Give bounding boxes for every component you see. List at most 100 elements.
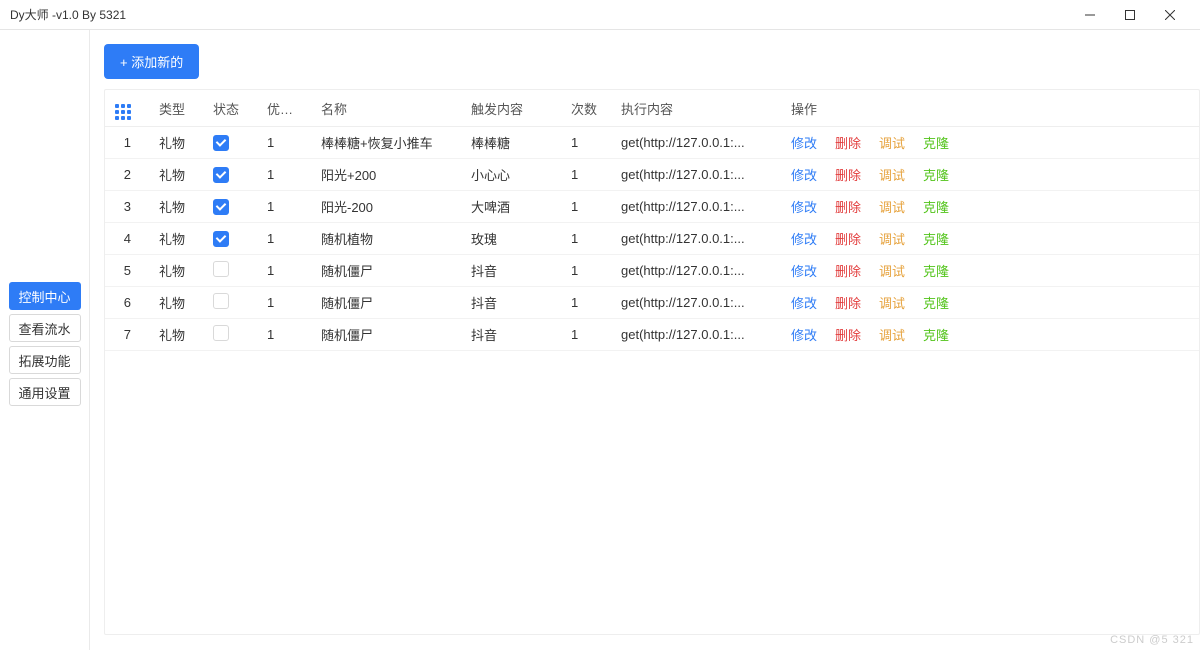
col-exec[interactable]: 执行内容 (613, 90, 783, 127)
action-edit[interactable]: 修改 (791, 325, 817, 344)
action-clone[interactable]: 克隆 (923, 293, 949, 312)
window-title: Dy大师 -v1.0 By 5321 (10, 6, 1070, 23)
cell-exec: get(http://127.0.0.1:... (613, 255, 783, 287)
cell-name: 随机僵尸 (313, 255, 463, 287)
cell-count: 1 (563, 223, 613, 255)
status-checkbox[interactable] (213, 231, 229, 247)
sidebar-item-1[interactable]: 查看流水 (9, 314, 81, 342)
action-clone[interactable]: 克隆 (923, 133, 949, 152)
sidebar-item-0[interactable]: 控制中心 (9, 282, 81, 310)
action-edit[interactable]: 修改 (791, 165, 817, 184)
cell-exec: get(http://127.0.0.1:... (613, 319, 783, 351)
action-edit[interactable]: 修改 (791, 197, 817, 216)
cell-exec: get(http://127.0.0.1:... (613, 127, 783, 159)
maximize-button[interactable] (1110, 0, 1150, 30)
action-debug[interactable]: 调试 (879, 133, 905, 152)
cell-index: 6 (105, 287, 151, 319)
table-row: 2礼物1阳光+200小心心1get(http://127.0.0.1:...修改… (105, 159, 1199, 191)
action-delete[interactable]: 删除 (835, 261, 861, 280)
action-debug[interactable]: 调试 (879, 165, 905, 184)
action-clone[interactable]: 克隆 (923, 229, 949, 248)
table-row: 7礼物1随机僵尸抖音1get(http://127.0.0.1:...修改删除调… (105, 319, 1199, 351)
col-grid[interactable] (105, 90, 151, 127)
action-delete[interactable]: 删除 (835, 133, 861, 152)
action-debug[interactable]: 调试 (879, 293, 905, 312)
action-delete[interactable]: 删除 (835, 165, 861, 184)
cell-count: 1 (563, 191, 613, 223)
action-delete[interactable]: 删除 (835, 325, 861, 344)
action-debug[interactable]: 调试 (879, 325, 905, 344)
action-clone[interactable]: 克隆 (923, 325, 949, 344)
status-checkbox[interactable] (213, 135, 229, 151)
cell-count: 1 (563, 127, 613, 159)
toolbar: + 添加新的 (104, 44, 1200, 79)
status-checkbox[interactable] (213, 261, 229, 277)
action-debug[interactable]: 调试 (879, 229, 905, 248)
cell-count: 1 (563, 255, 613, 287)
cell-priority: 1 (259, 287, 313, 319)
cell-status (205, 159, 259, 191)
cell-type: 礼物 (151, 159, 205, 191)
close-button[interactable] (1150, 0, 1190, 30)
cell-trigger: 抖音 (463, 287, 563, 319)
action-delete[interactable]: 删除 (835, 293, 861, 312)
cell-index: 1 (105, 127, 151, 159)
add-button[interactable]: + 添加新的 (104, 44, 199, 79)
cell-status (205, 127, 259, 159)
col-trigger[interactable]: 触发内容 (463, 90, 563, 127)
col-priority[interactable]: 优先级 (259, 90, 313, 127)
col-name[interactable]: 名称 (313, 90, 463, 127)
action-edit[interactable]: 修改 (791, 261, 817, 280)
action-edit[interactable]: 修改 (791, 133, 817, 152)
action-edit[interactable]: 修改 (791, 293, 817, 312)
action-edit[interactable]: 修改 (791, 229, 817, 248)
action-delete[interactable]: 删除 (835, 197, 861, 216)
col-type[interactable]: 类型 (151, 90, 205, 127)
cell-trigger: 抖音 (463, 319, 563, 351)
cell-priority: 1 (259, 159, 313, 191)
cell-index: 5 (105, 255, 151, 287)
action-clone[interactable]: 克隆 (923, 261, 949, 280)
action-clone[interactable]: 克隆 (923, 165, 949, 184)
cell-name: 棒棒糖+恢复小推车 (313, 127, 463, 159)
cell-exec: get(http://127.0.0.1:... (613, 287, 783, 319)
cell-type: 礼物 (151, 255, 205, 287)
table-row: 4礼物1随机植物玫瑰1get(http://127.0.0.1:...修改删除调… (105, 223, 1199, 255)
cell-actions: 修改删除调试克隆 (783, 159, 1199, 191)
cell-type: 礼物 (151, 287, 205, 319)
cell-count: 1 (563, 319, 613, 351)
cell-priority: 1 (259, 191, 313, 223)
cell-actions: 修改删除调试克隆 (783, 319, 1199, 351)
table-container: 类型 状态 优先级 名称 触发内容 次数 执行内容 操作 1礼物1棒棒糖+恢复小… (104, 89, 1200, 635)
cell-priority: 1 (259, 223, 313, 255)
cell-actions: 修改删除调试克隆 (783, 287, 1199, 319)
cell-index: 2 (105, 159, 151, 191)
cell-name: 阳光+200 (313, 159, 463, 191)
cell-count: 1 (563, 159, 613, 191)
action-debug[interactable]: 调试 (879, 197, 905, 216)
action-delete[interactable]: 删除 (835, 229, 861, 248)
cell-name: 随机植物 (313, 223, 463, 255)
col-actions: 操作 (783, 90, 1199, 127)
status-checkbox[interactable] (213, 293, 229, 309)
cell-priority: 1 (259, 127, 313, 159)
cell-index: 4 (105, 223, 151, 255)
sidebar-item-2[interactable]: 拓展功能 (9, 346, 81, 374)
cell-count: 1 (563, 287, 613, 319)
cell-name: 随机僵尸 (313, 287, 463, 319)
status-checkbox[interactable] (213, 167, 229, 183)
cell-trigger: 棒棒糖 (463, 127, 563, 159)
minimize-button[interactable] (1070, 0, 1110, 30)
sidebar-item-3[interactable]: 通用设置 (9, 378, 81, 406)
action-clone[interactable]: 克隆 (923, 197, 949, 216)
action-debug[interactable]: 调试 (879, 261, 905, 280)
col-count[interactable]: 次数 (563, 90, 613, 127)
cell-status (205, 191, 259, 223)
status-checkbox[interactable] (213, 199, 229, 215)
cell-trigger: 玫瑰 (463, 223, 563, 255)
titlebar: Dy大师 -v1.0 By 5321 (0, 0, 1200, 30)
col-status[interactable]: 状态 (205, 90, 259, 127)
cell-exec: get(http://127.0.0.1:... (613, 223, 783, 255)
cell-actions: 修改删除调试克隆 (783, 223, 1199, 255)
status-checkbox[interactable] (213, 325, 229, 341)
